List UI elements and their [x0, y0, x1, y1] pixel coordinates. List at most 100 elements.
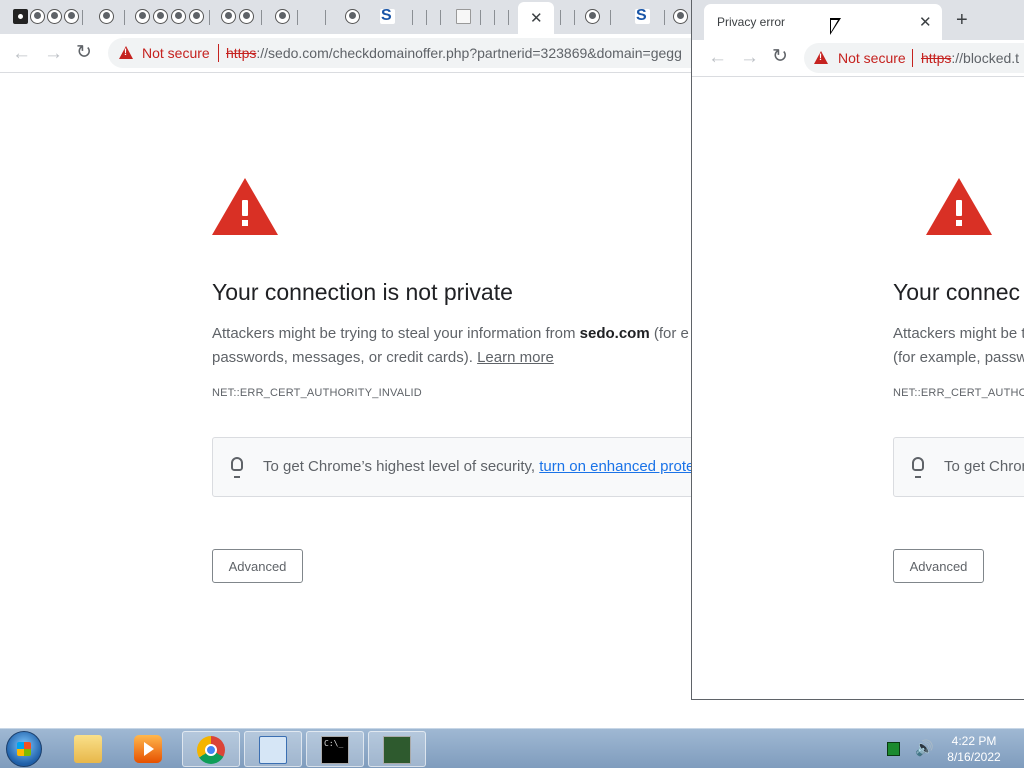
- sedo-icon: S: [635, 7, 650, 24]
- advanced-button[interactable]: Advanced: [212, 549, 303, 583]
- error-code[interactable]: NET::ERR_CERT_AUTHORITY_INVALID: [212, 387, 422, 399]
- tab[interactable]: [451, 5, 475, 29]
- taskbar-task-manager[interactable]: [368, 731, 426, 767]
- page-heading: Your connec: [893, 279, 1021, 305]
- learn-more-link[interactable]: Learn more: [477, 349, 554, 366]
- volume-icon[interactable]: 🔊: [915, 739, 934, 757]
- tab[interactable]: [270, 5, 294, 29]
- new-tab-icon[interactable]: +: [956, 9, 968, 32]
- taskbar-control-panel[interactable]: [244, 731, 302, 767]
- tab-separator: [664, 10, 665, 25]
- globe-icon: [673, 9, 688, 24]
- enhanced-protection-hint: To get Chrom: [893, 437, 1024, 497]
- tab-separator: [560, 10, 561, 25]
- forward-icon[interactable]: →: [44, 44, 63, 63]
- folder-icon: [74, 735, 102, 763]
- warning-icon[interactable]: [119, 46, 133, 59]
- active-tab[interactable]: ✕: [518, 2, 554, 34]
- tab[interactable]: [184, 5, 208, 29]
- globe-icon: [345, 9, 360, 24]
- tab[interactable]: S: [630, 5, 654, 29]
- url-rest: ://sedo.com/checkdomainoffer.php?partner…: [256, 45, 682, 61]
- close-tab-icon[interactable]: ✕: [919, 13, 932, 31]
- omnibox-divider: [912, 49, 913, 67]
- lightbulb-icon: [912, 457, 924, 478]
- explanation-line-2: passwords, messages, or credit cards). L…: [212, 349, 554, 366]
- start-button[interactable]: [6, 731, 42, 767]
- forward-icon[interactable]: →: [740, 48, 759, 67]
- back-icon[interactable]: ←: [708, 48, 727, 67]
- tab-separator: [412, 10, 413, 25]
- domain-name: sedo.com: [579, 325, 650, 342]
- tab-separator: [325, 10, 326, 25]
- blank-page-icon: [456, 9, 471, 24]
- globe-icon: [585, 9, 600, 24]
- tab-title: Privacy error: [717, 15, 786, 29]
- lightbulb-icon: [231, 457, 243, 478]
- explanation-line-2: (for example, passw: [893, 349, 1024, 366]
- explanation-line-1: Attackers might be t: [893, 325, 1024, 342]
- advanced-button[interactable]: Advanced: [893, 549, 984, 583]
- control-panel-icon: [259, 736, 287, 764]
- tab-separator: [440, 10, 441, 25]
- tab-separator: [124, 10, 125, 25]
- taskbar-media-player[interactable]: [120, 731, 178, 767]
- warning-icon-large: [926, 178, 992, 235]
- warning-icon[interactable]: [814, 51, 828, 64]
- security-chip[interactable]: Not secure: [838, 50, 906, 66]
- mouse-pointer-icon: [830, 18, 841, 35]
- tab[interactable]: [94, 5, 118, 29]
- url-text[interactable]: https://blocked.t: [921, 50, 1024, 66]
- command-prompt-icon: [321, 736, 349, 764]
- sedo-icon: S: [380, 7, 395, 24]
- taskbar-chrome[interactable]: [182, 731, 240, 767]
- taskbar-explorer[interactable]: [60, 731, 118, 767]
- taskbar-command-prompt[interactable]: [306, 731, 364, 767]
- globe-icon: [239, 9, 254, 24]
- tab-separator: [261, 10, 262, 25]
- chrome-icon: [197, 736, 225, 764]
- enhanced-protection-link[interactable]: turn on enhanced prote: [539, 458, 694, 475]
- tab[interactable]: [234, 5, 258, 29]
- globe-icon: [99, 9, 114, 24]
- back-icon[interactable]: ←: [12, 44, 31, 63]
- address-bar[interactable]: Not secure https://blocked.t: [804, 43, 1024, 73]
- system-clock[interactable]: 4:22 PM 8/16/2022: [940, 733, 1008, 765]
- media-player-icon: [134, 735, 162, 763]
- security-chip[interactable]: Not secure: [142, 45, 210, 61]
- tab-separator: [574, 10, 575, 25]
- toolbar: ← → ↻ Not secure https://blocked.t: [692, 40, 1024, 77]
- page-heading: Your connection is not private: [212, 279, 513, 305]
- tab-separator: [426, 10, 427, 25]
- address-bar[interactable]: Not secure https://sedo.com/checkdomaino…: [108, 38, 708, 68]
- browser-window-popup: Privacy error ✕ + ← → ↻ Not secure https…: [691, 0, 1024, 700]
- tab[interactable]: [340, 5, 364, 29]
- tab[interactable]: [59, 5, 83, 29]
- tab-separator: [297, 10, 298, 25]
- tab-separator: [494, 10, 495, 25]
- tab[interactable]: [668, 5, 692, 29]
- tray-app-icon[interactable]: [887, 742, 900, 756]
- warning-icon-large: [212, 178, 278, 235]
- tab-privacy-error[interactable]: Privacy error ✕: [704, 4, 942, 40]
- clock-time: 4:22 PM: [951, 734, 997, 748]
- close-tab-icon[interactable]: ✕: [530, 9, 543, 27]
- url-scheme: https: [226, 45, 257, 61]
- tab[interactable]: [580, 5, 604, 29]
- explanation-line-1: Attackers might be trying to steal your …: [212, 325, 689, 342]
- globe-icon: [189, 9, 204, 24]
- tab-strip: Privacy error ✕ +: [692, 0, 1024, 40]
- reload-icon[interactable]: ↻: [76, 43, 92, 62]
- tab-separator: [82, 10, 83, 25]
- taskbar: 🔊 4:22 PM 8/16/2022: [0, 728, 1024, 768]
- url-scheme: https: [921, 50, 952, 66]
- globe-icon: [275, 9, 290, 24]
- url-text[interactable]: https://sedo.com/checkdomainoffer.php?pa…: [226, 45, 692, 61]
- tab[interactable]: S: [375, 5, 399, 29]
- tab-separator: [508, 10, 509, 25]
- reload-icon[interactable]: ↻: [772, 47, 788, 66]
- globe-icon: [64, 9, 79, 24]
- error-code[interactable]: NET::ERR_CERT_AUTHOR: [893, 387, 1024, 399]
- url-rest: ://blocked.t: [951, 50, 1020, 66]
- omnibox-divider: [218, 44, 219, 62]
